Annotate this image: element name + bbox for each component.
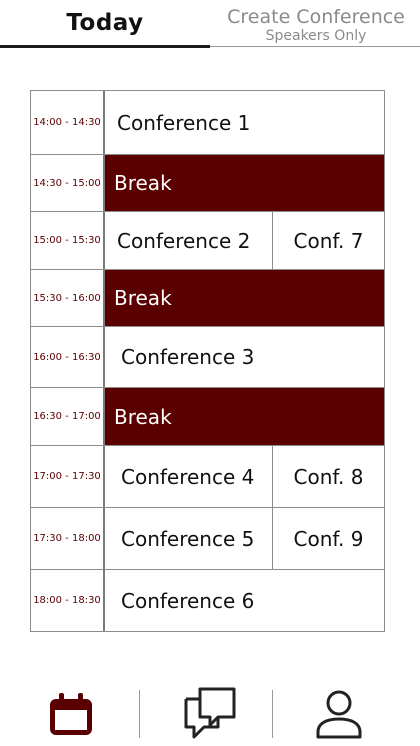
tab-create-subtitle: Speakers Only <box>265 28 367 44</box>
active-tab-indicator <box>0 45 210 48</box>
schedule-row: 16:00 - 16:30 Conference 3 <box>31 326 384 387</box>
conference-cell-side[interactable]: Conf. 7 <box>273 212 384 269</box>
nav-calendar-button[interactable] <box>41 688 101 740</box>
schedule-row: 14:00 - 14:30 Conference 1 <box>31 91 384 154</box>
time-slot: 14:00 - 14:30 <box>31 91 105 154</box>
time-slot: 16:00 - 16:30 <box>31 327 105 387</box>
schedule-row: 14:30 - 15:00 Break <box>31 154 384 211</box>
bottom-nav <box>0 680 420 746</box>
conference-cell[interactable]: Conference 1 <box>105 91 384 154</box>
tab-create-title: Create Conference <box>227 6 405 28</box>
schedule-row: 17:00 - 17:30 Conference 4 Conf. 8 <box>31 445 384 507</box>
nav-profile-button[interactable] <box>309 688 369 740</box>
time-slot: 15:00 - 15:30 <box>31 212 105 269</box>
time-slot: 14:30 - 15:00 <box>31 155 105 211</box>
nav-chat-button[interactable] <box>179 687 239 740</box>
chat-bubbles-icon <box>184 687 236 739</box>
conference-cell[interactable]: Conference 6 <box>105 570 384 631</box>
conference-cell[interactable]: Conference 4 <box>105 446 273 507</box>
time-slot: 17:30 - 18:00 <box>31 508 105 569</box>
time-slot: 16:30 - 17:00 <box>31 388 105 445</box>
schedule-row: 18:00 - 18:30 Conference 6 <box>31 569 384 631</box>
nav-divider <box>272 690 273 738</box>
tab-divider-line <box>210 46 420 47</box>
time-slot: 18:00 - 18:30 <box>31 570 105 631</box>
break-cell: Break <box>105 155 384 211</box>
conference-cell[interactable]: Conference 3 <box>105 327 384 387</box>
time-slot: 15:30 - 16:00 <box>31 270 105 326</box>
tab-today[interactable]: Today <box>0 0 210 46</box>
break-cell: Break <box>105 388 384 445</box>
conference-cell-side[interactable]: Conf. 8 <box>273 446 384 507</box>
conference-cell[interactable]: Conference 2 <box>105 212 273 269</box>
calendar-icon <box>50 693 92 735</box>
user-icon <box>316 690 362 739</box>
schedule-row: 15:30 - 16:00 Break <box>31 269 384 326</box>
conference-cell-side[interactable]: Conf. 9 <box>273 508 384 569</box>
conference-cell[interactable]: Conference 5 <box>105 508 273 569</box>
schedule-row: 17:30 - 18:00 Conference 5 Conf. 9 <box>31 507 384 569</box>
schedule-row: 15:00 - 15:30 Conference 2 Conf. 7 <box>31 211 384 269</box>
time-slot: 17:00 - 17:30 <box>31 446 105 507</box>
nav-divider <box>139 690 140 738</box>
tab-create-conference[interactable]: Create Conference Speakers Only <box>212 6 420 46</box>
break-cell: Break <box>105 270 384 326</box>
schedule-row: 16:30 - 17:00 Break <box>31 387 384 445</box>
schedule-grid: 14:00 - 14:30 Conference 1 14:30 - 15:00… <box>30 90 385 632</box>
top-tabs: Today Create Conference Speakers Only <box>0 0 420 48</box>
tab-today-label: Today <box>66 10 144 36</box>
